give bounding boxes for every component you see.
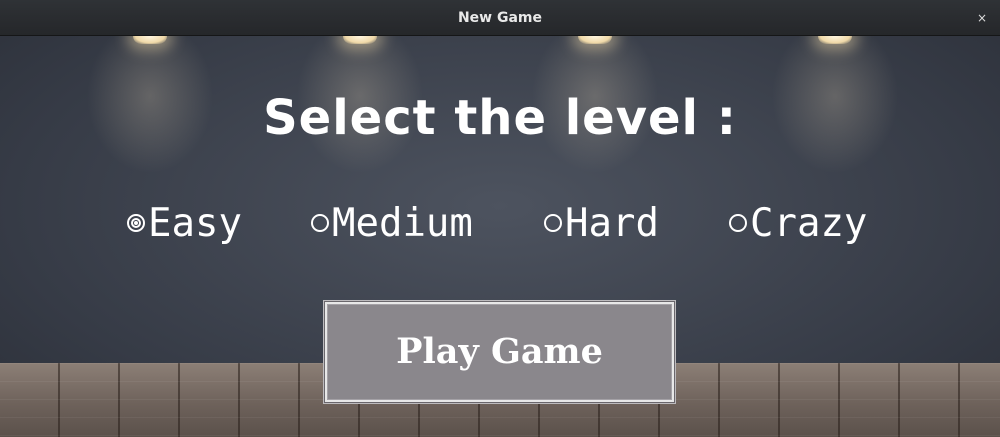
spotlight-icon (343, 36, 377, 44)
level-radio-group: Easy Medium Hard Crazy (0, 199, 1000, 249)
radio-unchecked-icon[interactable] (311, 213, 329, 232)
radio-unchecked-icon[interactable] (544, 213, 562, 232)
close-button[interactable]: × (972, 8, 992, 28)
play-game-button[interactable]: Play Game (324, 301, 675, 403)
spotlight-icon (818, 36, 852, 44)
spotlight-icon (133, 36, 167, 44)
title-bar: New Game × (0, 0, 1000, 36)
level-option-label: Medium (332, 201, 473, 246)
level-option-label: Hard (565, 201, 659, 246)
spotlight-icon (578, 36, 612, 44)
level-option-hard[interactable]: Hard (544, 199, 659, 249)
level-option-label: Easy (148, 201, 242, 246)
radio-checked-icon[interactable] (127, 213, 145, 232)
new-game-window: New Game × Select the level : Easy Mediu… (0, 0, 1000, 437)
level-option-medium[interactable]: Medium (311, 199, 473, 249)
level-option-easy[interactable]: Easy (127, 199, 242, 249)
level-option-crazy[interactable]: Crazy (729, 199, 867, 249)
level-option-label: Crazy (750, 201, 868, 246)
background-scene: Select the level : Easy Medium Hard Craz… (0, 36, 1000, 437)
radio-unchecked-icon[interactable] (729, 213, 747, 232)
page-title: Select the level : (263, 90, 737, 146)
window-title: New Game (457, 10, 543, 26)
